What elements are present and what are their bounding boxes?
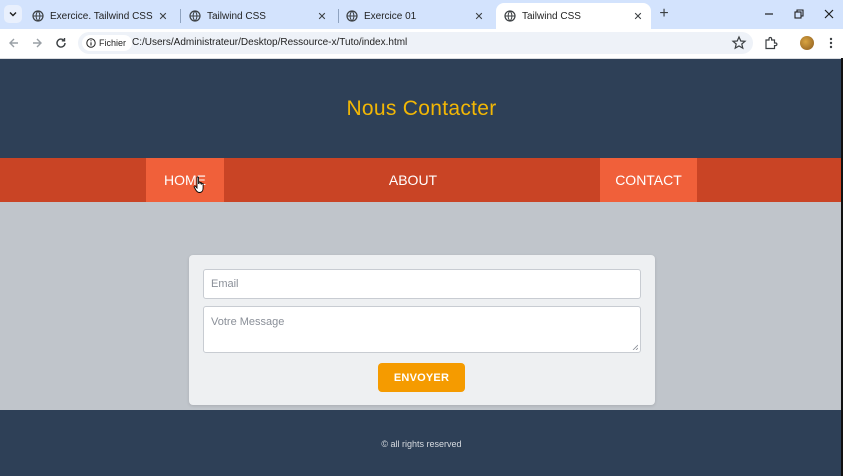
puzzle-icon bbox=[765, 36, 778, 50]
tab-exercice-01[interactable]: Exercice 01 ✕ bbox=[338, 3, 492, 29]
minimize-icon bbox=[765, 13, 773, 15]
close-icon[interactable]: ✕ bbox=[156, 9, 170, 23]
nav-about-link[interactable]: ABOUT bbox=[374, 158, 452, 202]
mouse-cursor-icon bbox=[193, 176, 204, 193]
close-icon[interactable]: ✕ bbox=[631, 9, 645, 23]
site-header: Nous Contacter bbox=[0, 59, 843, 158]
web-page: Nous Contacter HOME ABOUT CONTACT Email … bbox=[0, 59, 843, 476]
more-vertical-icon bbox=[829, 37, 833, 49]
globe-icon bbox=[189, 10, 201, 22]
chip-label: Fichier bbox=[99, 38, 127, 48]
email-placeholder: Email bbox=[211, 278, 239, 290]
globe-icon bbox=[504, 10, 516, 22]
close-icon bbox=[824, 9, 834, 19]
back-button[interactable] bbox=[6, 35, 22, 51]
restore-icon bbox=[794, 9, 804, 19]
profile-button[interactable] bbox=[799, 35, 815, 51]
reload-icon bbox=[56, 38, 66, 48]
site-nav: HOME ABOUT CONTACT bbox=[0, 158, 843, 202]
tab-tailwind-css[interactable]: Tailwind CSS ✕ bbox=[181, 3, 335, 29]
tab-title: Exercice 01 bbox=[364, 10, 417, 22]
close-icon[interactable]: ✕ bbox=[472, 9, 486, 23]
chevron-down-icon bbox=[9, 12, 17, 17]
contact-form-card: Email Votre Message ENVOYER bbox=[189, 255, 655, 405]
tab-title: Tailwind CSS bbox=[207, 10, 266, 22]
info-icon bbox=[86, 38, 96, 48]
forward-button[interactable] bbox=[29, 35, 45, 51]
browser-toolbar: Fichier C:/Users/Administrateur/Desktop/… bbox=[0, 29, 843, 59]
tab-exercice-tailwind[interactable]: Exercice. Tailwind CSS ✕ bbox=[24, 3, 176, 29]
reload-button[interactable] bbox=[53, 35, 69, 51]
tab-title: Exercice. Tailwind CSS bbox=[50, 10, 153, 22]
tab-search-button[interactable] bbox=[4, 5, 22, 23]
arrow-left-icon bbox=[9, 38, 18, 48]
bookmark-star-icon[interactable] bbox=[731, 35, 747, 51]
tab-title: Tailwind CSS bbox=[522, 10, 581, 22]
globe-icon bbox=[346, 10, 358, 22]
message-placeholder: Votre Message bbox=[211, 316, 285, 328]
menu-button[interactable] bbox=[823, 35, 839, 51]
new-tab-button[interactable]: + bbox=[656, 6, 672, 22]
page-title: Nous Contacter bbox=[346, 97, 497, 120]
restore-button[interactable] bbox=[790, 6, 808, 22]
resize-handle-icon[interactable] bbox=[632, 344, 638, 350]
address-bar[interactable]: Fichier C:/Users/Administrateur/Desktop/… bbox=[78, 32, 753, 54]
footer-copyright: © all rights reserved bbox=[381, 439, 462, 449]
avatar bbox=[800, 36, 814, 50]
url-text[interactable]: C:/Users/Administrateur/Desktop/Ressourc… bbox=[132, 37, 407, 48]
tab-tailwind-css-active[interactable]: Tailwind CSS ✕ bbox=[496, 3, 651, 29]
main-content: Email Votre Message ENVOYER bbox=[0, 202, 843, 410]
tab-strip: Exercice. Tailwind CSS ✕ Tailwind CSS ✕ … bbox=[0, 0, 843, 29]
close-window-button[interactable] bbox=[820, 6, 838, 22]
globe-icon bbox=[32, 10, 44, 22]
extensions-button[interactable] bbox=[763, 35, 779, 51]
site-footer: © all rights reserved bbox=[0, 410, 843, 476]
arrow-right-icon bbox=[33, 38, 42, 48]
close-icon[interactable]: ✕ bbox=[315, 9, 329, 23]
nav-home-link[interactable]: HOME bbox=[146, 158, 224, 202]
nav-contact-link[interactable]: CONTACT bbox=[600, 158, 697, 202]
minimize-button[interactable] bbox=[760, 6, 778, 22]
send-button[interactable]: ENVOYER bbox=[378, 363, 465, 392]
site-info-chip[interactable]: Fichier bbox=[82, 35, 133, 51]
message-field[interactable]: Votre Message bbox=[203, 306, 641, 353]
email-field[interactable]: Email bbox=[203, 269, 641, 299]
